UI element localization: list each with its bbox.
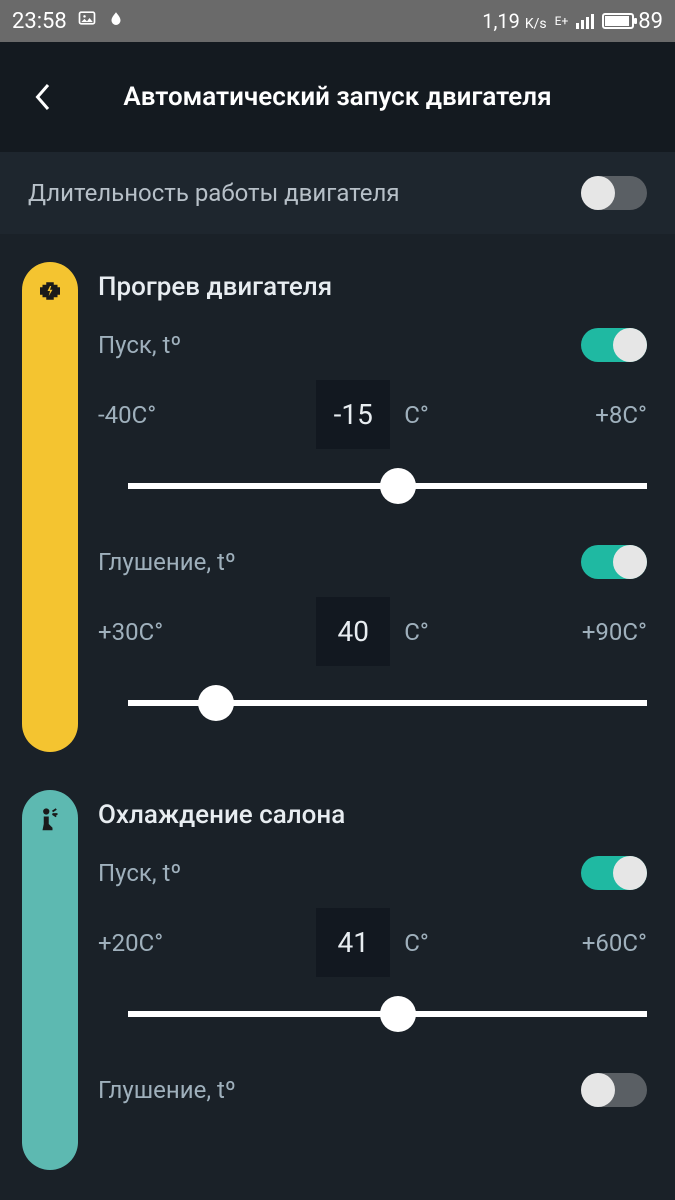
warmup-start-max: +8C° (563, 401, 647, 429)
status-left: 23:58 (12, 8, 125, 34)
warmup-stop-min: +30C° (98, 618, 182, 646)
slider-thumb (380, 468, 416, 504)
cooling-start-min: +20C° (98, 929, 182, 957)
warmup-start-row: Пуск, tº -40C° -15 C° +8C° (98, 318, 647, 535)
network-speed: 1,19 K/s (482, 9, 546, 33)
warmup-stop-row: Глушение, tº +30C° 40 C° +90C° (98, 535, 647, 752)
warmup-start-slider[interactable] (128, 463, 647, 509)
warmup-stop-value: 40 (316, 597, 390, 666)
warmup-stop-max: +90C° (563, 618, 647, 646)
status-time: 23:58 (12, 9, 67, 34)
battery-indicator: 89 (602, 9, 663, 34)
cooling-title: Охлаждение салона (98, 790, 647, 846)
app-header: Автоматический запуск двигателя (0, 42, 675, 152)
status-right: 1,19 K/s E+ 89 (482, 9, 663, 34)
cooling-stop-toggle[interactable] (581, 1073, 647, 1107)
image-icon (77, 8, 97, 34)
cooling-start-value: 41 (316, 908, 390, 977)
cooling-start-toggle[interactable] (581, 856, 647, 890)
warmup-title: Прогрев двигателя (98, 262, 647, 318)
signal-icon (576, 14, 594, 29)
cooling-pill (22, 790, 78, 1170)
status-bar: 23:58 1,19 K/s E+ 89 (0, 0, 675, 42)
warmup-stop-slider[interactable] (128, 680, 647, 726)
warmup-start-unit: C° (404, 401, 429, 429)
battery-percent: 89 (638, 9, 663, 34)
engine-duration-toggle[interactable] (581, 176, 647, 210)
battery-icon (602, 13, 634, 29)
warmup-stop-unit: C° (404, 618, 429, 646)
warmup-start-value: -15 (316, 380, 390, 449)
warmup-stop-toggle[interactable] (581, 545, 647, 579)
engine-duration-row: Длительность работы двигателя (0, 152, 675, 234)
cooling-start-label: Пуск, tº (98, 859, 181, 887)
network-type-icon: E+ (555, 16, 569, 26)
engine-duration-label: Длительность работы двигателя (28, 179, 400, 207)
slider-thumb (380, 996, 416, 1032)
cooling-start-row: Пуск, tº +20C° 41 C° +60C° (98, 846, 647, 1063)
seat-cool-icon (35, 804, 65, 1170)
warmup-start-toggle[interactable] (581, 328, 647, 362)
page-title: Автоматический запуск двигателя (62, 82, 653, 112)
cooling-start-max: +60C° (563, 929, 647, 957)
section-cooling: Охлаждение салона Пуск, tº +20C° 41 C° +… (0, 780, 675, 1180)
back-button[interactable] (22, 77, 62, 117)
warmup-start-min: -40C° (98, 401, 182, 429)
cooling-start-slider[interactable] (128, 991, 647, 1037)
slider-thumb (198, 685, 234, 721)
warmup-stop-label: Глушение, tº (98, 548, 236, 576)
warmup-pill (22, 262, 78, 752)
section-warmup: Прогрев двигателя Пуск, tº -40C° -15 C° … (0, 252, 675, 762)
warmup-start-label: Пуск, tº (98, 331, 181, 359)
cooling-start-unit: C° (404, 929, 429, 957)
droplet-icon (107, 9, 125, 34)
engine-icon (35, 276, 65, 752)
cooling-stop-label: Глушение, tº (98, 1076, 236, 1104)
cooling-stop-row: Глушение, tº (98, 1063, 647, 1131)
